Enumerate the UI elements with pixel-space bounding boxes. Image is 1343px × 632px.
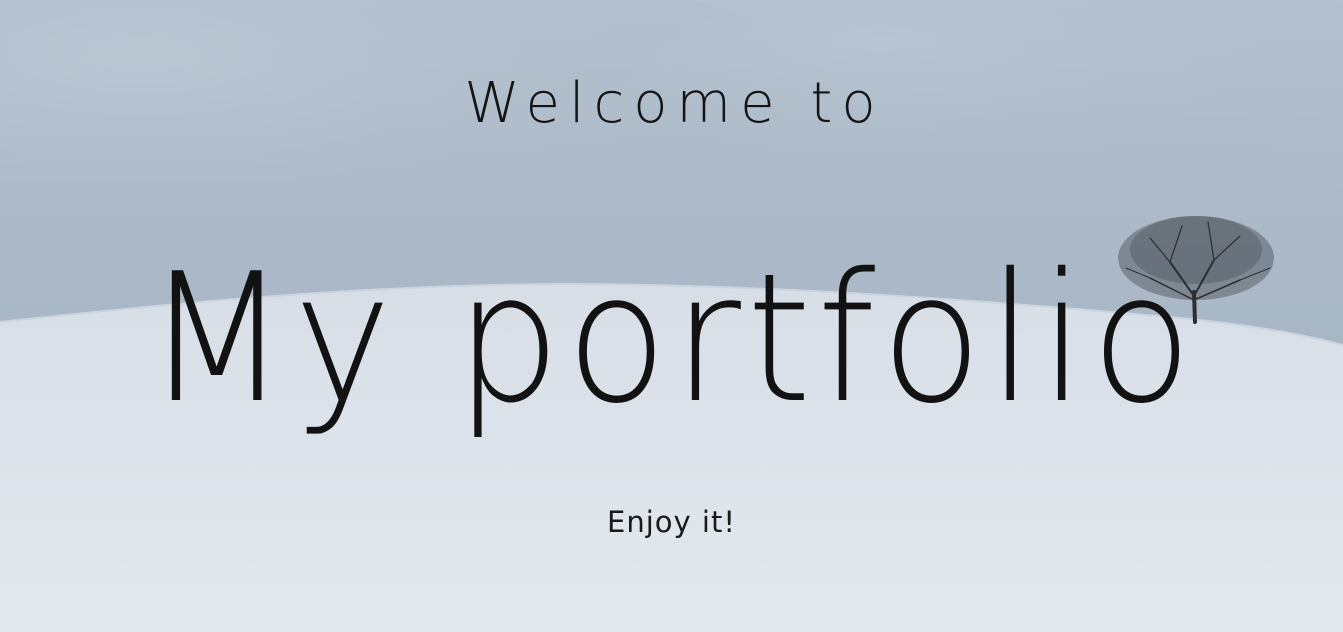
welcome-heading: Welcome to: [464, 71, 885, 136]
hero-section: Welcome to My portfolio Enjoy it!: [0, 0, 1343, 632]
page-title: My portfolio: [145, 235, 1198, 442]
subtitle-text: Enjoy it!: [607, 505, 736, 539]
